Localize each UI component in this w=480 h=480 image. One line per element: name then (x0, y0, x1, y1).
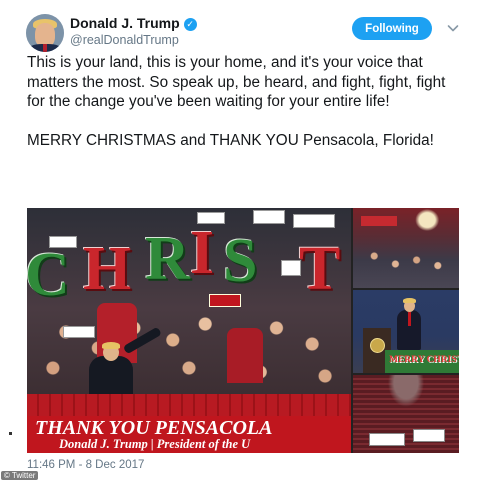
banner-subline: Donald J. Trump | President of the U (59, 438, 251, 451)
crowd-sign (209, 294, 241, 307)
edge-mark (9, 432, 12, 435)
tweet-timestamp[interactable]: 11:46 PM - 8 Dec 2017 (27, 459, 144, 471)
image-credit: © Twitter (1, 471, 39, 480)
copyright-icon: © (4, 471, 10, 480)
speaker-hair (403, 298, 416, 303)
photo-podium-speech[interactable]: MERRY CHRISTMAS (353, 290, 459, 373)
crowd-sign (253, 210, 285, 224)
media-grid[interactable]: C H R I S T THANK YOU PENSACOLA Donald J… (27, 208, 459, 453)
tweet-text: This is your land, this is your home, an… (27, 53, 467, 150)
avatar[interactable] (26, 14, 64, 52)
merry-christmas-banner: MERRY CHRISTMAS (385, 350, 459, 373)
merry-christmas-banner-text: MERRY CHRISTMAS (389, 355, 459, 365)
sign-letter: C (27, 241, 70, 309)
following-button[interactable]: Following (352, 17, 432, 40)
chevron-down-icon[interactable] (446, 21, 460, 35)
photo-crowd-arena[interactable] (353, 208, 459, 288)
tweet-card: Donald J. Trump ✓ @realDonaldTrump Follow… (0, 0, 480, 480)
banner-headline: THANK YOU PENSACOLA (35, 418, 273, 438)
crowd-sign (369, 433, 405, 446)
photo-main-rally[interactable]: C H R I S T THANK YOU PENSACOLA Donald J… (27, 208, 351, 453)
tweet-text-paragraph-1: This is your land, this is your home, an… (27, 54, 446, 111)
sign-letter: R (145, 225, 190, 293)
author-handle[interactable]: @realDonaldTrump (70, 33, 179, 47)
sign-letter: T (299, 235, 341, 303)
verified-badge-icon: ✓ (183, 18, 197, 31)
crowd-sign (413, 429, 445, 442)
author-name-text[interactable]: Donald J. Trump (70, 15, 180, 31)
photo-crowd-stands[interactable] (353, 375, 459, 453)
tweet-text-paragraph-2: MERRY CHRISTMAS and THANK YOU Pensacola,… (27, 131, 434, 149)
red-shirt-supporter (227, 328, 263, 383)
stage-bunting (27, 394, 351, 416)
speaker-hair (102, 342, 120, 349)
arena-sign (361, 216, 397, 226)
sign-letter: I (190, 219, 215, 287)
sign-letter: S (223, 227, 258, 295)
credit-source: Twitter (11, 471, 36, 480)
crowd-sign (63, 326, 95, 338)
author-name[interactable]: Donald J. Trump ✓ (70, 15, 197, 31)
sign-letter: H (83, 235, 132, 303)
crowd-sign (293, 214, 335, 228)
crowd-sign (281, 260, 301, 276)
presidential-seal-icon (370, 338, 385, 353)
speaker-tie (408, 312, 411, 326)
